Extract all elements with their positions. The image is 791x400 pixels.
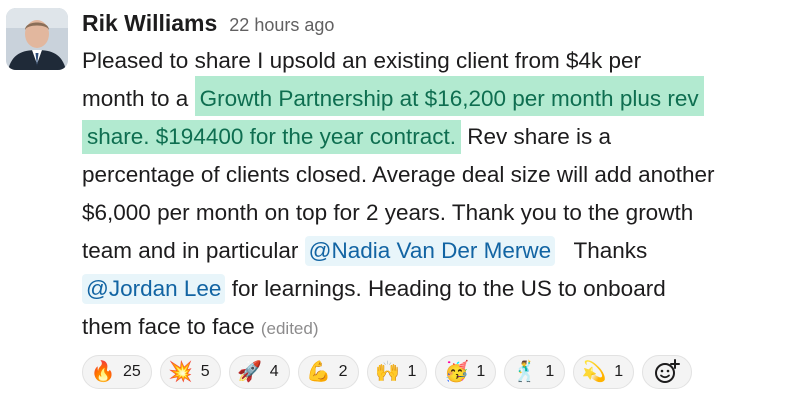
mention-jordan-lee[interactable]: @Jordan Lee <box>82 274 226 304</box>
reaction-count: 25 <box>123 363 141 380</box>
reaction-partying-face[interactable]: 🥳 1 <box>435 355 497 389</box>
message-line: @Jordan Lee for learnings. Heading to th… <box>82 270 786 308</box>
raising-hands-emoji-icon: 🙌 <box>375 361 400 383</box>
message-text: team and in particular <box>82 238 305 263</box>
add-reaction-button[interactable] <box>642 355 693 389</box>
reaction-raising-hands[interactable]: 🙌 1 <box>366 355 428 389</box>
avatar[interactable] <box>6 8 68 70</box>
rocket-emoji-icon: 🚀 <box>237 361 263 383</box>
message-text: Rev share is a <box>460 124 612 149</box>
edited-label: (edited) <box>260 319 319 338</box>
message-text: percentage of clients closed. Average de… <box>82 162 715 187</box>
reaction-count: 1 <box>545 363 555 380</box>
message-line: percentage of clients closed. Average de… <box>82 156 786 194</box>
reaction-count: 5 <box>200 363 210 380</box>
reaction-fire[interactable]: 🔥 25 <box>82 355 152 389</box>
highlighted-text: Growth Partnership at $16,200 per month … <box>194 76 704 116</box>
message-line: team and in particular @Nadia Van Der Me… <box>82 232 786 270</box>
reaction-count: 2 <box>338 363 348 380</box>
dancing-emoji-icon: 🕺 <box>512 361 538 383</box>
partying-face-emoji-icon: 🥳 <box>443 361 469 383</box>
mention-nadia-van-der-merwe[interactable]: @Nadia Van Der Merwe <box>304 236 556 266</box>
reactions-bar: 🔥 25 💥 5 🚀 4 💪 2 🙌 1 🥳 1 🕺 1 💫 1 <box>82 355 693 389</box>
fire-emoji-icon: 🔥 <box>90 361 116 383</box>
message-text: month to a <box>82 86 195 111</box>
reaction-count: 1 <box>407 363 417 380</box>
message-text: $6,000 per month on top for 2 years. Tha… <box>82 200 694 225</box>
user-photo-icon <box>6 8 68 70</box>
message-text: for learnings. Heading to the US to onbo… <box>225 276 666 301</box>
flexed-biceps-emoji-icon: 💪 <box>306 361 332 383</box>
message-line: them face to face (edited) <box>82 308 786 346</box>
reaction-count: 4 <box>269 363 279 380</box>
reaction-rocket[interactable]: 🚀 4 <box>228 355 290 389</box>
message-line: share. $194400 for the year contract. Re… <box>82 118 786 156</box>
collision-emoji-icon: 💥 <box>168 361 194 383</box>
reaction-count: 1 <box>476 363 486 380</box>
reaction-flexed-biceps[interactable]: 💪 2 <box>297 355 359 389</box>
chat-message: Rik Williams 22 hours ago Pleased to sha… <box>0 0 791 400</box>
message-line: month to a Growth Partnership at $16,200… <box>82 76 786 118</box>
reaction-dizzy[interactable]: 💫 1 <box>573 355 635 389</box>
reaction-count: 1 <box>614 363 624 380</box>
timestamp[interactable]: 22 hours ago <box>229 15 334 36</box>
highlighted-text: share. $194400 for the year contract. <box>82 120 461 154</box>
add-reaction-icon <box>655 359 681 383</box>
message-text: Thanks <box>555 238 648 263</box>
reaction-dancing[interactable]: 🕺 1 <box>504 355 566 389</box>
message-body: Pleased to share I upsold an existing cl… <box>82 42 786 346</box>
message-header: Rik Williams 22 hours ago <box>82 10 334 40</box>
message-line: $6,000 per month on top for 2 years. Tha… <box>82 194 786 232</box>
dizzy-emoji-icon: 💫 <box>581 361 607 383</box>
reaction-collision[interactable]: 💥 5 <box>159 355 221 389</box>
author-name[interactable]: Rik Williams <box>82 10 217 37</box>
message-text: them face to face <box>82 314 261 339</box>
message-line: Pleased to share I upsold an existing cl… <box>82 42 786 80</box>
message-text: Pleased to share I upsold an existing cl… <box>82 48 642 73</box>
